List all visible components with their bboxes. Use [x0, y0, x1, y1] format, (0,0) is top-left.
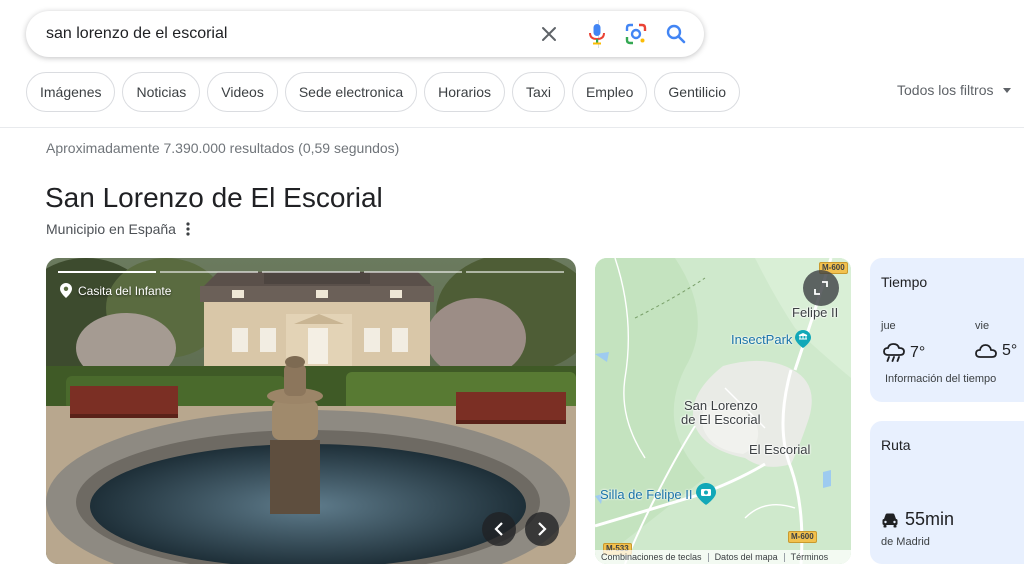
- photo-location-text: Casita del Infante: [78, 283, 172, 298]
- route-time: 55min: [905, 509, 955, 529]
- progress-segment: [262, 271, 360, 273]
- photo-prev-button[interactable]: [482, 512, 516, 546]
- map-label-town-line2: de El Escorial: [681, 412, 761, 427]
- map-expand-button[interactable]: [803, 270, 839, 306]
- rain-cloud-icon: [883, 343, 905, 362]
- map-shortcuts-link[interactable]: Combinaciones de teclas: [601, 552, 702, 562]
- progress-segment: [160, 271, 258, 273]
- camera-pin-icon: [695, 483, 716, 505]
- search-icon[interactable]: [664, 22, 688, 46]
- result-stats: Aproximadamente 7.390.000 resultados (0,…: [46, 140, 400, 156]
- road-badge-m600: M-600: [788, 531, 817, 543]
- car-icon: [882, 513, 898, 527]
- weather-forecast-day: 7°: [883, 342, 925, 364]
- caret-down-icon: [1003, 87, 1012, 93]
- map-preview[interactable]: M-600 M-600 M-533 Felipe II InsectPark S…: [595, 258, 851, 564]
- weather-day-label: vie: [975, 320, 990, 332]
- weather-info-link[interactable]: Información del tiempo: [885, 373, 996, 385]
- map-attribution: Combinaciones de teclas Datos del mapa T…: [595, 550, 851, 564]
- progress-segment: [364, 271, 462, 273]
- chip-horarios[interactable]: Horarios: [424, 72, 506, 112]
- photo-next-button[interactable]: [525, 512, 559, 546]
- route-title: Ruta: [881, 437, 911, 453]
- all-filters-button[interactable]: Todos los filtros: [897, 82, 1012, 98]
- page-title: San Lorenzo de El Escorial: [45, 182, 383, 213]
- map-label-felipe-ii: Felipe II: [792, 305, 839, 320]
- museum-pin-icon: [795, 330, 812, 348]
- weather-temp: 5°: [1002, 342, 1018, 359]
- weather-card[interactable]: Tiempo jue vie 7° 5° Información del tie…: [870, 258, 1024, 402]
- weather-day-label: jue: [881, 320, 896, 332]
- chip-imagenes[interactable]: Imágenes: [26, 72, 116, 112]
- chip-sede-electronica[interactable]: Sede electronica: [284, 72, 418, 112]
- chip-taxi[interactable]: Taxi: [512, 72, 565, 112]
- location-pin-icon: [60, 283, 72, 298]
- microphone-icon[interactable]: [585, 22, 609, 46]
- photo-carousel[interactable]: Casita del Infante: [46, 258, 576, 564]
- entity-subtitle: Municipio en España: [46, 221, 190, 237]
- map-poi-label: InsectPark: [731, 331, 793, 347]
- photo-location-label[interactable]: Casita del Infante: [60, 283, 171, 298]
- weather-forecast-day: 5°: [975, 342, 1017, 360]
- close-icon[interactable]: [537, 22, 561, 46]
- route-origin: de Madrid: [881, 536, 930, 548]
- map-data-link[interactable]: Datos del mapa: [715, 552, 778, 562]
- chevron-right-icon: [538, 522, 547, 536]
- map-label-el-escorial: El Escorial: [749, 442, 811, 457]
- weather-title: Tiempo: [881, 274, 928, 290]
- weather-temp: 7°: [910, 344, 926, 361]
- attribution-separator: [783, 552, 785, 562]
- filter-chips: Imágenes Noticias Videos Sede electronic…: [26, 72, 747, 112]
- google-lens-icon[interactable]: [624, 22, 648, 46]
- entity-type: Municipio en España: [46, 221, 176, 237]
- map-poi-silla-felipe[interactable]: Silla de Felipe II: [600, 483, 716, 505]
- route-duration: 55min: [881, 509, 954, 530]
- progress-segment: [58, 271, 156, 273]
- search-input[interactable]: [46, 23, 526, 45]
- header-divider: [0, 127, 1024, 128]
- route-card[interactable]: Ruta 55min de Madrid: [870, 421, 1024, 564]
- chip-videos[interactable]: Videos: [207, 72, 278, 112]
- chip-noticias[interactable]: Noticias: [122, 72, 201, 112]
- search-box[interactable]: [26, 11, 704, 57]
- more-options-icon[interactable]: [186, 222, 190, 236]
- chevron-left-icon: [494, 522, 503, 536]
- chip-empleo[interactable]: Empleo: [571, 72, 648, 112]
- progress-segment: [466, 271, 564, 273]
- expand-icon: [814, 281, 828, 295]
- map-poi-label: Silla de Felipe II: [600, 486, 693, 502]
- map-label-town-line1: San Lorenzo: [684, 398, 758, 413]
- chip-gentilicio[interactable]: Gentilicio: [654, 72, 741, 112]
- attribution-separator: [707, 552, 709, 562]
- map-poi-insectpark[interactable]: InsectPark: [731, 330, 812, 348]
- map-terms-link[interactable]: Términos: [791, 552, 829, 562]
- cloud-icon: [975, 344, 997, 358]
- photo-progress: [58, 271, 564, 273]
- all-filters-label: Todos los filtros: [897, 82, 994, 98]
